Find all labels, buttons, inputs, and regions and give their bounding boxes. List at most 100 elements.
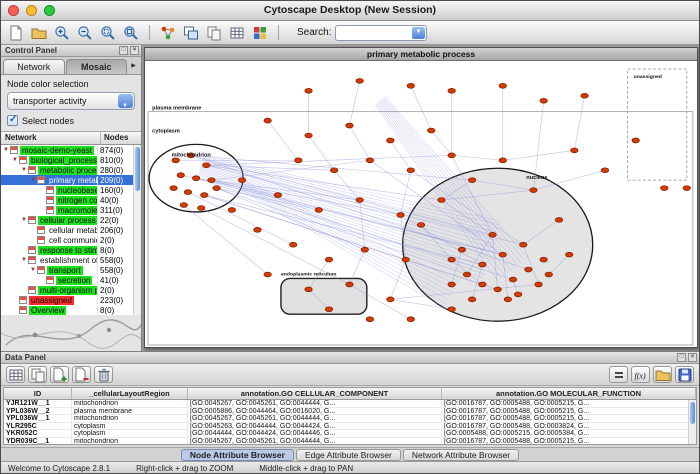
- zoom-out-icon[interactable]: [74, 23, 96, 43]
- vizmapper-icon[interactable]: [249, 23, 271, 43]
- network-node[interactable]: [366, 317, 373, 322]
- network-node[interactable]: [525, 267, 532, 272]
- network-node[interactable]: [208, 178, 215, 183]
- network-node[interactable]: [330, 168, 337, 173]
- network-node[interactable]: [499, 158, 506, 163]
- network-node[interactable]: [264, 272, 271, 277]
- network-node[interactable]: [448, 88, 455, 93]
- network-node[interactable]: [356, 78, 363, 83]
- tab-network[interactable]: Network: [3, 59, 65, 74]
- network-node[interactable]: [448, 282, 455, 287]
- network-window-title[interactable]: primary metabolic process: [145, 48, 697, 61]
- network-node[interactable]: [407, 317, 414, 322]
- close-panel-icon[interactable]: [130, 46, 139, 55]
- network-node[interactable]: [448, 153, 455, 158]
- network-node[interactable]: [264, 118, 271, 123]
- network-window[interactable]: primary metabolic process plasma membran…: [144, 47, 698, 348]
- tab-mosaic[interactable]: Mosaic: [66, 59, 128, 74]
- tab-scroll-right-icon[interactable]: [128, 59, 139, 74]
- select-nodes-checkbox[interactable]: [7, 115, 18, 126]
- network-node[interactable]: [661, 186, 668, 191]
- network-node[interactable]: [683, 186, 690, 191]
- tree-row[interactable]: Overview8(0): [1, 305, 141, 315]
- zoom-selected-icon[interactable]: [97, 23, 119, 43]
- expand-triangle-icon[interactable]: [21, 167, 28, 173]
- zoom-fit-icon[interactable]: [120, 23, 142, 43]
- network-node[interactable]: [295, 158, 302, 163]
- delete-attribute-icon[interactable]: [72, 366, 91, 383]
- network-canvas[interactable]: plasma membranecytoplasmmitochondrionnuc…: [145, 61, 697, 347]
- network-node[interactable]: [479, 282, 486, 287]
- network-node[interactable]: [494, 287, 501, 292]
- formula-icon[interactable]: [609, 366, 628, 383]
- minimize-window-button[interactable]: [26, 5, 37, 16]
- table-row[interactable]: YPL036W__1mitochondrion[GO:0045267, GO:0…: [4, 415, 696, 423]
- network-node[interactable]: [172, 158, 179, 163]
- search-box[interactable]: [335, 25, 427, 41]
- tree-row[interactable]: unassigned223(0): [1, 295, 141, 305]
- save-attributes-icon[interactable]: [675, 366, 694, 383]
- network-node[interactable]: [361, 247, 368, 252]
- network-node[interactable]: [448, 257, 455, 262]
- import-table-icon[interactable]: [226, 23, 248, 43]
- expand-triangle-icon[interactable]: [30, 267, 37, 273]
- network-node[interactable]: [632, 138, 639, 143]
- network-node[interactable]: [514, 292, 521, 297]
- tab-network-attribute-browser[interactable]: Network Attribute Browser: [403, 449, 519, 461]
- search-input[interactable]: [339, 27, 413, 39]
- network-node[interactable]: [479, 262, 486, 267]
- network-node[interactable]: [545, 272, 552, 277]
- network-node[interactable]: [305, 88, 312, 93]
- tree-row[interactable]: nucleobase...160(0): [1, 185, 141, 195]
- network-node[interactable]: [315, 208, 322, 213]
- tree-row[interactable]: secretion41(0): [1, 275, 141, 285]
- network-node[interactable]: [535, 282, 542, 287]
- table-scrollbar[interactable]: [688, 400, 696, 444]
- network-node[interactable]: [468, 178, 475, 183]
- network-node[interactable]: [238, 178, 245, 183]
- table-row[interactable]: YKR052Ccytoplasm[GO:0044444, GO:0044424,…: [4, 430, 696, 438]
- search-dropdown-arrow-icon[interactable]: [412, 27, 425, 39]
- color-attribute-dropdown[interactable]: transporter activity: [7, 92, 135, 110]
- network-node[interactable]: [397, 213, 404, 218]
- create-attribute-icon[interactable]: [50, 366, 69, 383]
- expand-triangle-icon[interactable]: [21, 257, 28, 263]
- network-node[interactable]: [566, 252, 573, 257]
- unselect-attributes-icon[interactable]: [28, 366, 47, 383]
- network-node[interactable]: [407, 83, 414, 88]
- function-builder-icon[interactable]: f(x): [631, 366, 650, 383]
- network-node[interactable]: [325, 257, 332, 262]
- tab-node-attribute-browser[interactable]: Node Attribute Browser: [181, 449, 294, 461]
- close-window-button[interactable]: [8, 5, 19, 16]
- network-node[interactable]: [428, 128, 435, 133]
- tree-row[interactable]: metabolic process280(0): [1, 165, 141, 175]
- network-node[interactable]: [571, 148, 578, 153]
- column-header[interactable]: annotation.GO MOLECULAR_FUNCTION: [442, 388, 696, 399]
- network-node[interactable]: [177, 173, 184, 178]
- network-node[interactable]: [520, 242, 527, 247]
- new-session-icon[interactable]: [5, 23, 27, 43]
- network-node[interactable]: [499, 252, 506, 257]
- select-attributes-icon[interactable]: [6, 366, 25, 383]
- network-node[interactable]: [254, 227, 261, 232]
- column-header[interactable]: ID: [4, 388, 72, 399]
- tree-row[interactable]: cellular metabo206(0): [1, 225, 141, 235]
- column-header[interactable]: _cellularLayoutRegion: [72, 388, 188, 399]
- network-node[interactable]: [468, 297, 475, 302]
- network-node[interactable]: [438, 198, 445, 203]
- network-column-header[interactable]: Network: [1, 132, 101, 144]
- zoom-window-button[interactable]: [44, 5, 55, 16]
- first-neighbors-icon[interactable]: [157, 23, 179, 43]
- network-node[interactable]: [170, 186, 177, 191]
- network-node[interactable]: [305, 133, 312, 138]
- network-node[interactable]: [504, 297, 511, 302]
- expand-triangle-icon[interactable]: [3, 147, 10, 153]
- network-node[interactable]: [290, 242, 297, 247]
- network-node[interactable]: [203, 163, 210, 168]
- network-node[interactable]: [489, 232, 496, 237]
- table-scrollbar-thumb[interactable]: [690, 402, 695, 424]
- new-network-window-icon[interactable]: [180, 23, 202, 43]
- tree-row[interactable]: primary metabo...209(0): [1, 175, 141, 185]
- tree-row[interactable]: cell communicat2(0): [1, 235, 141, 245]
- tree-scrollbar[interactable]: [133, 145, 141, 315]
